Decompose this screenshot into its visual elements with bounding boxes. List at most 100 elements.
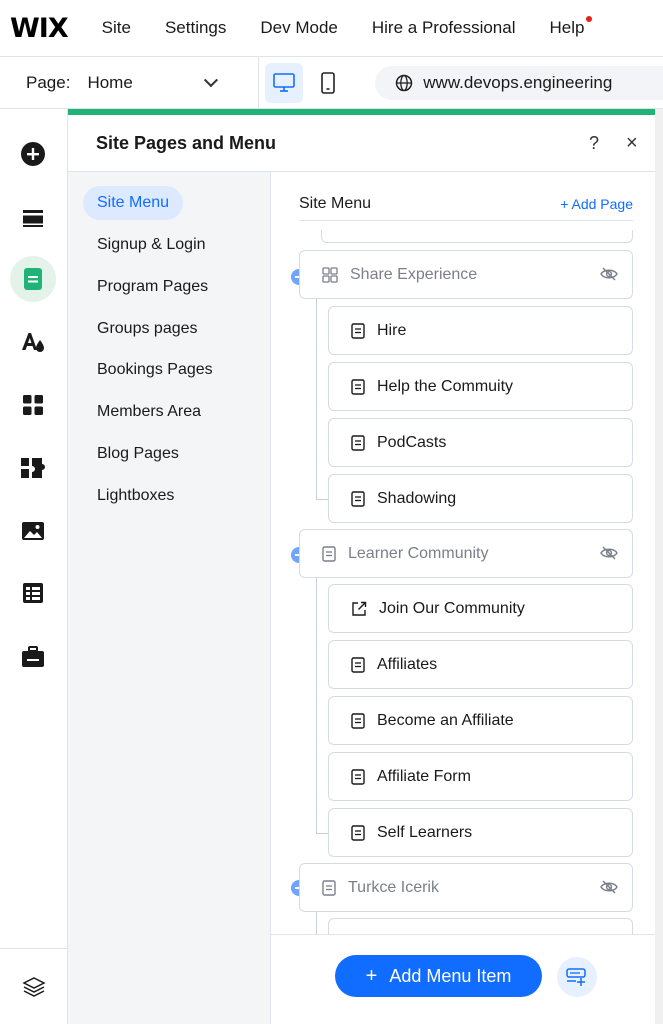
apps-button[interactable] (10, 382, 56, 428)
desktop-icon (273, 72, 295, 92)
design-button[interactable] (10, 319, 56, 365)
page-icon (322, 879, 336, 896)
cms-button[interactable] (10, 570, 56, 616)
menu-item-affiliates[interactable]: Affiliates (328, 640, 633, 689)
page-icon (351, 824, 365, 841)
add-page-link[interactable]: + Add Page (560, 196, 633, 212)
menu-item-help-the-community[interactable]: Help the Commuity (328, 362, 633, 411)
eye-hidden-icon[interactable] (600, 545, 618, 566)
category-signup-login[interactable]: Signup & Login (83, 228, 220, 262)
category-lightboxes[interactable]: Lightboxes (83, 479, 188, 513)
toolbar-divider (257, 56, 259, 109)
eye-hidden-icon[interactable] (600, 266, 618, 287)
folder-icon (322, 266, 338, 283)
nav-settings[interactable]: Settings (165, 18, 226, 38)
page-icon (351, 712, 365, 729)
menu-list: Site Menu + Add Page Share Experience Hi… (271, 172, 663, 934)
nav-help-label: Help (549, 18, 585, 37)
sections-button[interactable] (10, 195, 56, 241)
layers-icon (22, 976, 46, 997)
menu-item-podcasts[interactable]: PodCasts (328, 418, 633, 467)
menu-item-label: Turkce Icerik (348, 878, 439, 896)
menu-item-share-experience[interactable]: Share Experience (299, 250, 633, 299)
pages-icon (24, 268, 42, 290)
category-groups-pages[interactable]: Groups pages (83, 312, 212, 346)
menu-item-turkce-icerik[interactable]: Turkce Icerik (299, 863, 633, 912)
tree-connector (316, 561, 317, 833)
nav-site[interactable]: Site (102, 18, 131, 38)
page-icon (322, 545, 336, 562)
menu-item-label: Share Experience (350, 265, 478, 283)
portfolio-button[interactable] (10, 634, 56, 680)
layers-button[interactable] (0, 948, 68, 1024)
mobile-icon (321, 71, 335, 94)
apps-grid-icon (23, 395, 43, 415)
wix-logo[interactable]: WIX (10, 13, 69, 44)
chevron-down-icon[interactable] (204, 72, 218, 87)
menu-item-become-an-affiliate[interactable]: Become an Affiliate (328, 696, 633, 745)
editor-toolbar: Page: Home www.devops.engineering (0, 56, 663, 109)
left-rail (0, 109, 68, 1024)
page-label: Page: (26, 72, 71, 92)
canvas-edge (655, 109, 663, 1024)
page-categories: Site Menu Signup & Login Program Pages G… (68, 172, 271, 1024)
list-item[interactable] (328, 918, 633, 934)
category-blog-pages[interactable]: Blog Pages (83, 437, 193, 471)
page-icon (351, 490, 365, 507)
menu-item-hire[interactable]: Hire (328, 306, 633, 355)
category-site-menu[interactable]: Site Menu (83, 186, 184, 220)
notification-dot (586, 16, 593, 22)
menu-item-label: Affiliate Form (377, 767, 471, 785)
nav-help[interactable]: Help (549, 16, 593, 38)
desktop-view-button[interactable] (264, 62, 304, 103)
category-members-area[interactable]: Members Area (83, 395, 215, 429)
add-menu-item-button[interactable]: + Add Menu Item (335, 955, 542, 997)
menu-item-shadowing[interactable]: Shadowing (328, 474, 633, 523)
table-icon (23, 583, 43, 603)
tree-connector (316, 282, 317, 499)
add-folder-button[interactable] (557, 957, 597, 997)
menu-item-learner-community[interactable]: Learner Community (299, 529, 633, 578)
puzzle-icon (21, 458, 45, 478)
list-header: Site Menu + Add Page (299, 187, 633, 221)
page-icon (351, 378, 365, 395)
site-pages-panel: Site Pages and Menu ? × Site Menu Signup… (68, 109, 663, 1024)
panel-title: Site Pages and Menu (96, 132, 277, 153)
menu-item-label: Hire (377, 321, 407, 339)
category-program-pages[interactable]: Program Pages (83, 270, 222, 304)
site-url: www.devops.engineering (423, 72, 613, 92)
help-button[interactable]: ? (589, 133, 599, 154)
panel-footer: + Add Menu Item (271, 934, 663, 1024)
menu-item-self-learners[interactable]: Self Learners (328, 808, 633, 857)
tree-connector (316, 833, 328, 834)
list-item[interactable] (321, 230, 633, 243)
nav-dev-mode[interactable]: Dev Mode (260, 18, 337, 38)
page-select[interactable]: Home (87, 73, 202, 93)
pages-button[interactable] (10, 256, 56, 302)
business-apps-button[interactable] (10, 445, 56, 491)
menu-item-label: Learner Community (348, 544, 489, 562)
site-url-box[interactable]: www.devops.engineering (375, 65, 663, 100)
menu-item-label: Affiliates (377, 655, 438, 673)
category-bookings-pages[interactable]: Bookings Pages (83, 353, 227, 387)
add-elements-button[interactable] (10, 131, 56, 177)
image-icon (22, 522, 44, 540)
plus-icon: + (365, 964, 378, 987)
briefcase-icon (22, 646, 44, 667)
nav-hire-professional[interactable]: Hire a Professional (372, 18, 516, 38)
design-icon (22, 333, 44, 352)
menu-item-join-our-community[interactable]: Join Our Community (328, 584, 633, 633)
plus-circle-icon (21, 142, 45, 166)
sections-icon (23, 210, 43, 227)
close-button[interactable]: × (626, 132, 638, 155)
menu-item-label: Shadowing (377, 489, 457, 507)
mobile-view-button[interactable] (309, 63, 347, 103)
menu-item-affiliate-form[interactable]: Affiliate Form (328, 752, 633, 801)
page-icon (351, 322, 365, 339)
eye-hidden-icon[interactable] (600, 879, 618, 900)
media-button[interactable] (10, 508, 56, 554)
menu-item-label: PodCasts (377, 433, 447, 451)
add-menu-item-label: Add Menu Item (389, 965, 512, 986)
menu-item-label: Join Our Community (379, 599, 525, 617)
list-title: Site Menu (299, 194, 372, 212)
